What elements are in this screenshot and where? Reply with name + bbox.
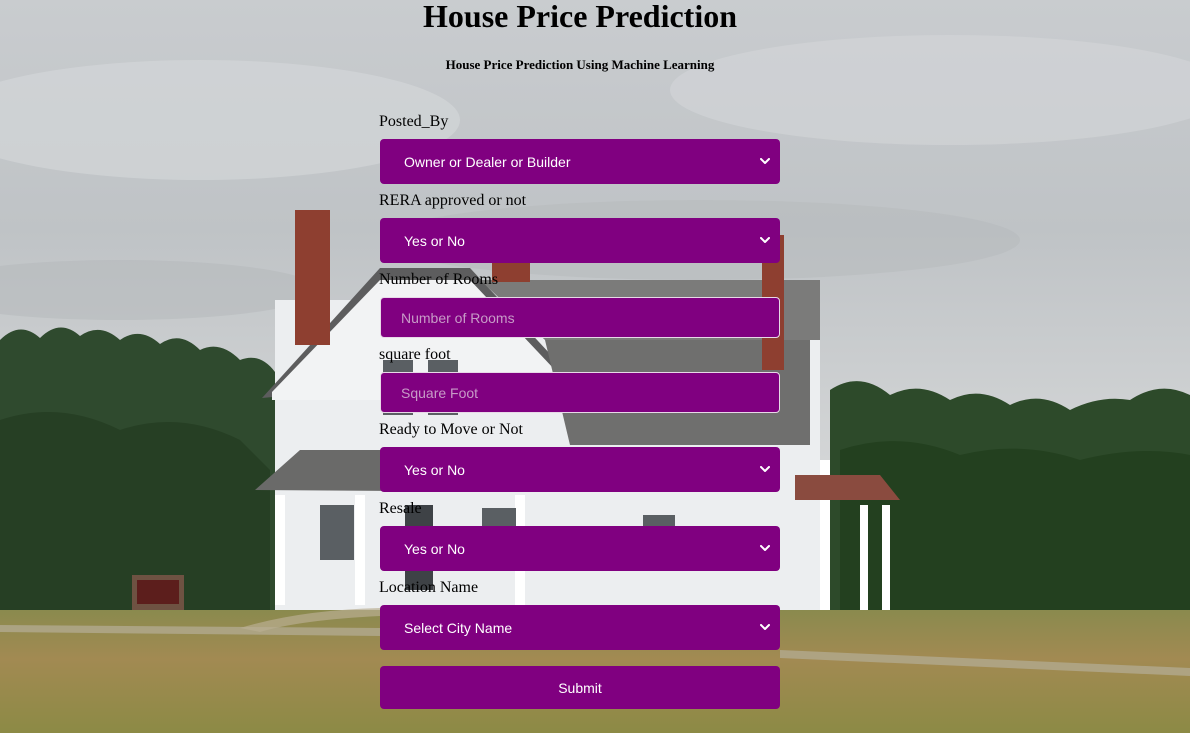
rooms-input[interactable] — [401, 309, 759, 326]
chevron-down-icon — [760, 465, 770, 475]
page-subtitle: House Price Prediction Using Machine Lea… — [445, 57, 715, 72]
ready-to-move-select[interactable]: Yes or No — [380, 447, 780, 492]
posted-by-select[interactable]: Owner or Dealer or Builder — [380, 139, 780, 184]
page-title: House Price Prediction — [423, 0, 737, 34]
location-label: Location Name — [379, 579, 479, 596]
chevron-down-icon — [760, 236, 770, 246]
posted-by-selected-value: Owner or Dealer or Builder — [404, 153, 571, 170]
chevron-down-icon — [760, 623, 770, 633]
rera-select[interactable]: Yes or No — [380, 218, 780, 263]
resale-label: Resale — [379, 500, 422, 517]
rera-selected-value: Yes or No — [404, 232, 465, 249]
ready-to-move-label: Ready to Move or Not — [379, 421, 523, 438]
posted-by-label: Posted_By — [379, 113, 449, 130]
rooms-input-wrapper — [380, 297, 780, 338]
square-foot-input-wrapper — [380, 372, 780, 413]
resale-selected-value: Yes or No — [404, 540, 465, 557]
ready-to-move-selected-value: Yes or No — [404, 461, 465, 478]
submit-button[interactable]: Submit — [380, 666, 780, 709]
chevron-down-icon — [760, 157, 770, 167]
rera-label: RERA approved or not — [379, 192, 527, 209]
chevron-down-icon — [760, 544, 770, 554]
location-selected-value: Select City Name — [404, 619, 513, 636]
page-content: House Price Prediction House Price Predi… — [0, 0, 1190, 733]
square-foot-label: square foot — [379, 346, 451, 363]
square-foot-input[interactable] — [401, 384, 759, 401]
location-select[interactable]: Select City Name — [380, 605, 780, 650]
resale-select[interactable]: Yes or No — [380, 526, 780, 571]
rooms-label: Number of Rooms — [379, 271, 499, 288]
